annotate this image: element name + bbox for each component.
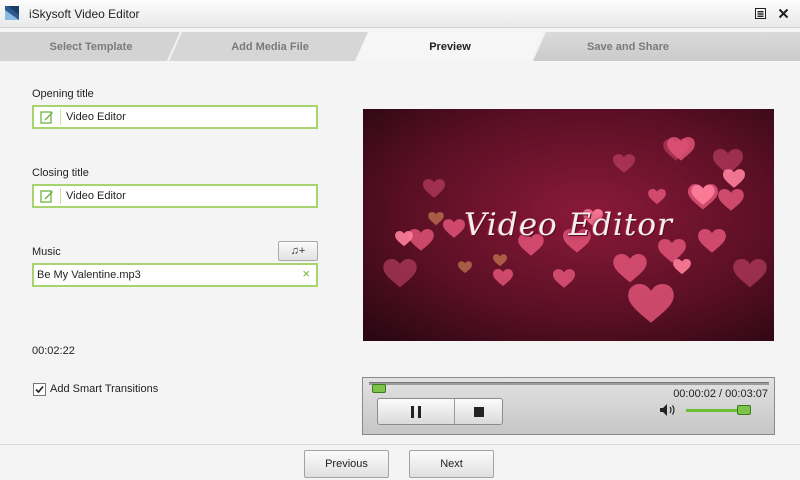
title-bar: iSkysoft Video Editor <box>0 0 800 28</box>
pause-button[interactable] <box>378 399 454 424</box>
time-readout: 00:00:02 / 00:03:07 <box>673 388 768 400</box>
seek-bar[interactable] <box>369 382 769 393</box>
smart-transitions-checkbox[interactable] <box>33 383 46 396</box>
player-controls: 00:00:02 / 00:03:07 <box>362 377 775 435</box>
playback-buttons <box>377 398 503 425</box>
tab-save-and-share[interactable]: Save and Share <box>556 41 700 53</box>
volume-thumb[interactable] <box>736 405 751 415</box>
edit-icon <box>40 111 53 124</box>
opening-title-label: Opening title <box>32 88 94 100</box>
edit-icon <box>40 190 53 203</box>
stop-button[interactable] <box>455 399 503 424</box>
volume-fill <box>686 409 744 412</box>
step-tabs: Select Template Add Media File Preview S… <box>0 32 800 61</box>
opening-title-field[interactable]: Video Editor <box>32 105 318 129</box>
volume-icon[interactable] <box>660 404 678 416</box>
add-music-button[interactable]: ♫+ <box>278 241 318 261</box>
closing-title-value: Video Editor <box>66 190 126 202</box>
bottom-divider <box>0 444 800 445</box>
previous-button[interactable]: Previous <box>304 450 389 478</box>
music-value: Be My Valentine.mp3 <box>37 269 141 281</box>
music-label: Music <box>32 246 61 258</box>
tab-add-media-file[interactable]: Add Media File <box>196 41 344 53</box>
next-button[interactable]: Next <box>409 450 494 478</box>
stop-icon <box>474 406 484 417</box>
menu-button[interactable] <box>752 5 768 21</box>
music-field[interactable]: Be My Valentine.mp3 × <box>32 263 318 287</box>
video-preview: Video Editor <box>363 109 774 341</box>
app-logo-icon <box>5 6 19 20</box>
pause-icon <box>411 405 421 418</box>
opening-title-value: Video Editor <box>66 111 126 123</box>
window-title: iSkysoft Video Editor <box>29 7 140 21</box>
preview-title-overlay: Video Editor <box>464 207 673 243</box>
field-separator <box>60 109 61 125</box>
close-button[interactable] <box>775 5 791 21</box>
closing-title-field[interactable]: Video Editor <box>32 184 318 208</box>
duration-readout: 00:02:22 <box>32 345 75 357</box>
tab-preview[interactable]: Preview <box>380 41 520 53</box>
clear-music-icon[interactable]: × <box>302 267 310 281</box>
volume-slider[interactable] <box>686 405 760 415</box>
close-icon <box>778 8 788 18</box>
seek-thumb[interactable] <box>372 384 386 393</box>
closing-title-label: Closing title <box>32 167 89 179</box>
tab-select-template[interactable]: Select Template <box>20 41 162 53</box>
checkmark-icon <box>35 385 44 394</box>
menu-icon <box>754 7 766 19</box>
smart-transitions-label: Add Smart Transitions <box>50 383 159 395</box>
field-separator <box>60 188 61 204</box>
add-music-icon: ♫+ <box>290 245 306 257</box>
